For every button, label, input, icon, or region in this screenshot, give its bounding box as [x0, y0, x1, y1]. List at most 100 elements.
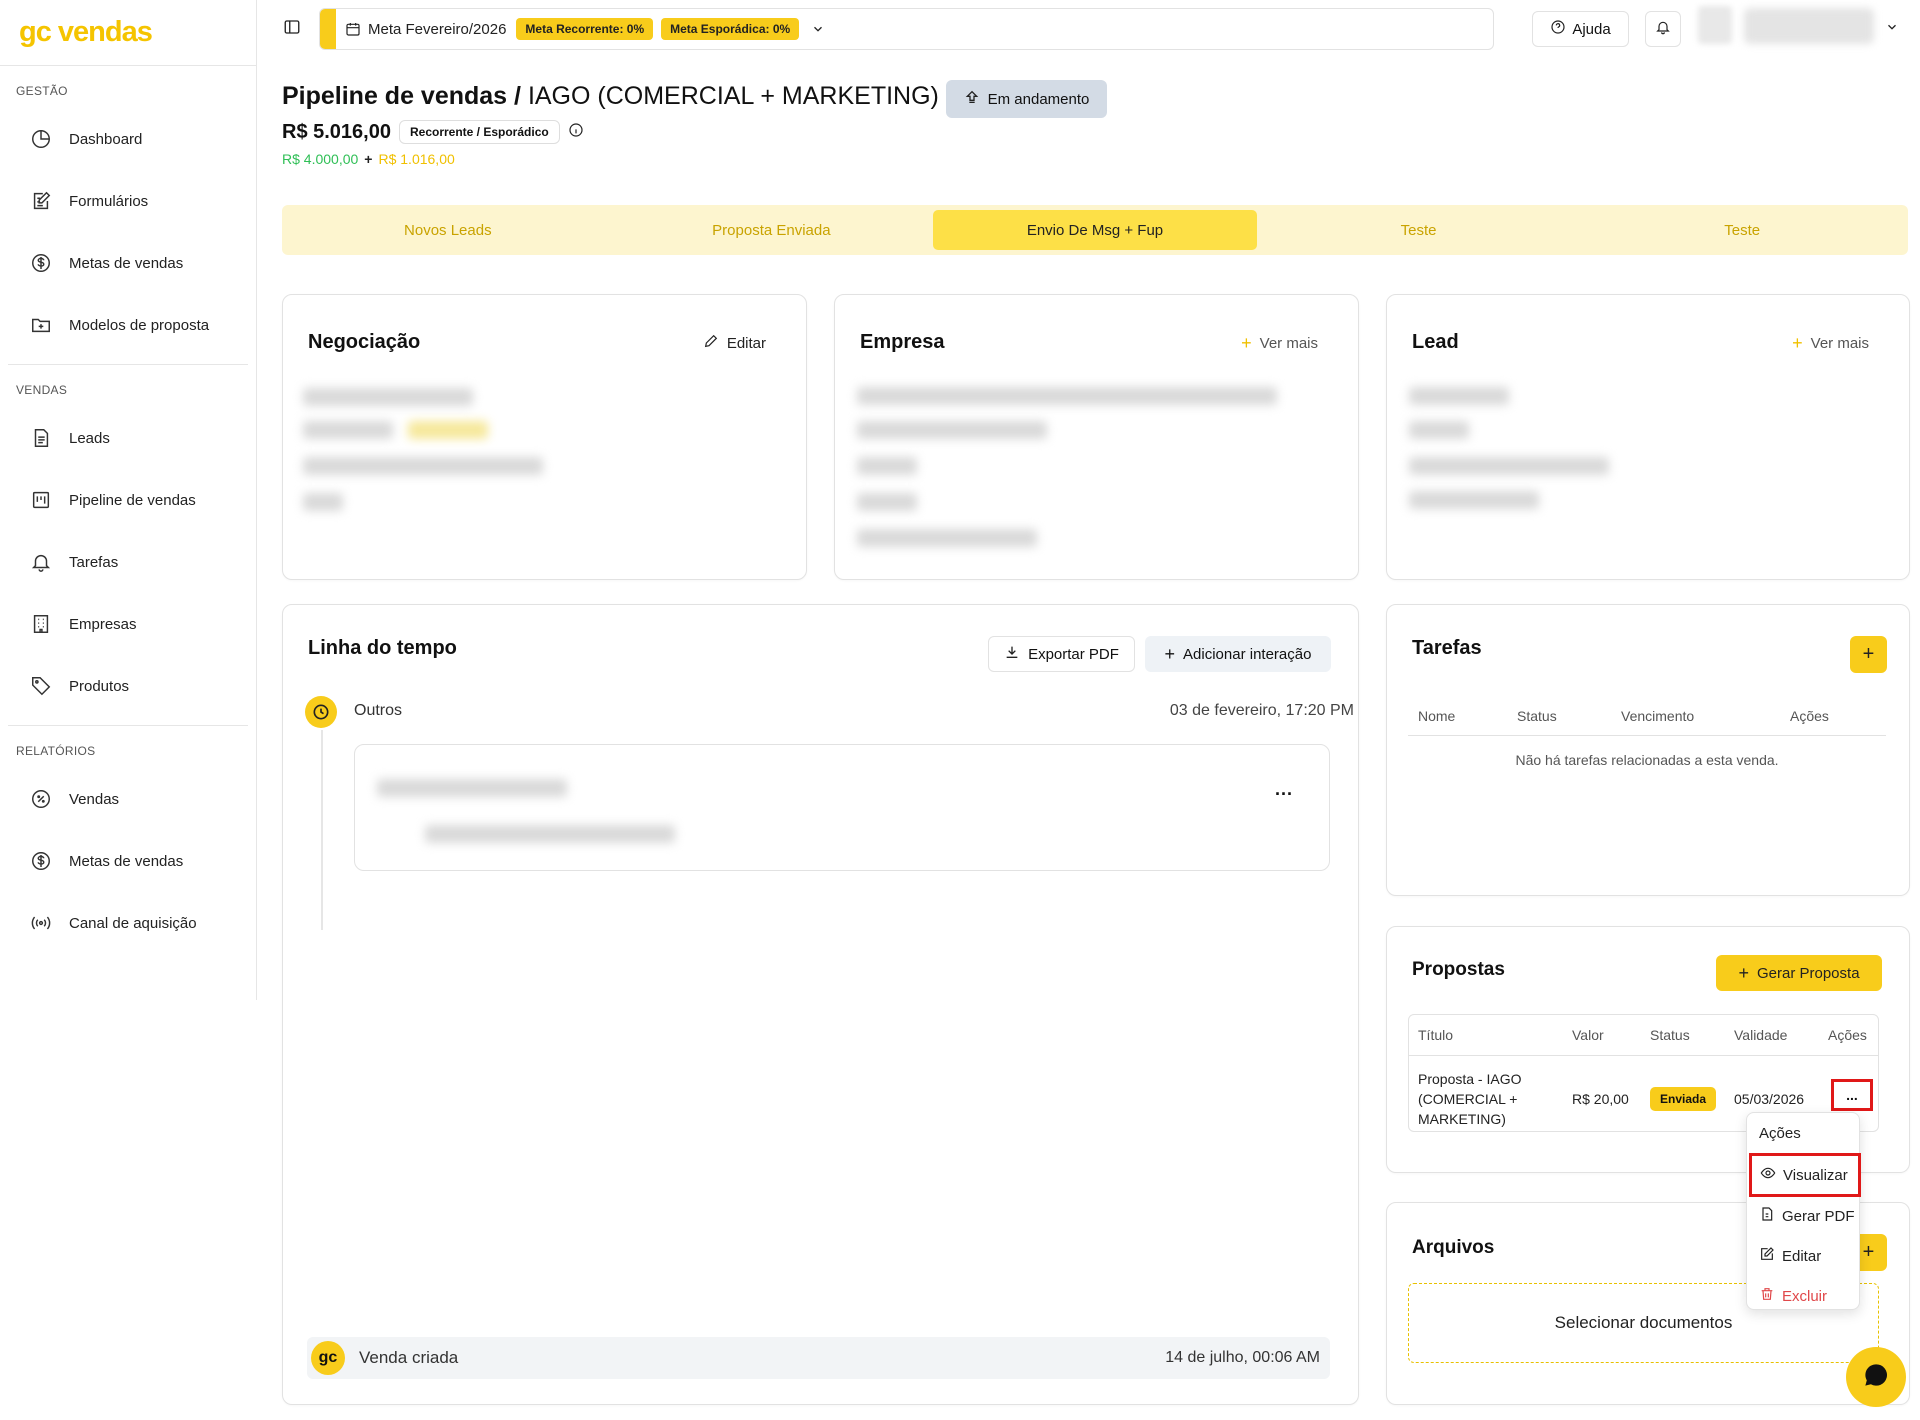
- goal-selector[interactable]: Meta Fevereiro/2026 Meta Recorrente: 0% …: [319, 8, 1494, 50]
- dollar-circle-icon: [29, 251, 53, 275]
- column-header: Ações: [1790, 708, 1829, 724]
- document-icon: [29, 426, 53, 450]
- add-interaction-label: Adicionar interação: [1183, 645, 1312, 663]
- blurred-content: [857, 387, 1277, 405]
- notifications-button[interactable]: [1645, 11, 1681, 47]
- sidebar-item-sales-goals[interactable]: Metas de vendas: [0, 232, 256, 294]
- blurred-content: [303, 421, 393, 439]
- sidebar-item-acquisition-channel[interactable]: Canal de aquisição: [0, 892, 256, 954]
- table-divider: [1408, 735, 1886, 736]
- timeline-card: Linha do tempo: [282, 604, 1359, 1405]
- trash-icon: [1759, 1286, 1775, 1306]
- add-task-button[interactable]: +: [1850, 636, 1887, 673]
- plus-icon: +: [1241, 333, 1252, 353]
- blurred-content: [857, 457, 917, 475]
- sidebar-item-label: Pipeline de vendas: [69, 491, 196, 509]
- timeline-connector: [321, 730, 323, 930]
- avatar[interactable]: [1698, 6, 1732, 44]
- chevron-down-icon[interactable]: [811, 22, 825, 36]
- sidebar-item-label: Produtos: [69, 677, 130, 695]
- more-label: Ver mais: [1810, 335, 1869, 352]
- blurred-content: [1409, 457, 1609, 475]
- generate-proposal-button[interactable]: + Gerar Proposta: [1716, 955, 1882, 991]
- card-title: Empresa: [860, 331, 945, 353]
- recurring-goal-badge: Meta Recorrente: 0%: [516, 18, 654, 40]
- file-pdf-icon: [1759, 1206, 1775, 1226]
- sidebar-toggle-icon[interactable]: [283, 18, 303, 38]
- sidebar-item-label: Tarefas: [69, 553, 119, 571]
- type-badge: Recorrente / Esporádico: [398, 120, 560, 144]
- sidebar-item-report-sales[interactable]: Vendas: [0, 768, 256, 830]
- edit-icon: [1759, 1246, 1775, 1266]
- sidebar-item-products[interactable]: Produtos: [0, 655, 256, 717]
- pipeline-stages: Novos Leads Proposta Enviada Envio De Ms…: [282, 205, 1908, 255]
- blurred-content: [303, 388, 473, 406]
- proposal-title-line: (COMERCIAL +: [1418, 1091, 1518, 1107]
- proposal-actions-button[interactable]: ...: [1831, 1079, 1873, 1111]
- stage-tab[interactable]: Teste: [1257, 210, 1581, 250]
- help-label: Ajuda: [1572, 20, 1611, 38]
- column-header: Valor: [1572, 1027, 1604, 1043]
- pie-chart-icon: [29, 127, 53, 151]
- lead-more-link[interactable]: + Ver mais: [1792, 333, 1869, 354]
- sidebar-item-report-goals[interactable]: Metas de vendas: [0, 830, 256, 892]
- sidebar-section-title: GESTÃO: [16, 84, 68, 98]
- sidebar-item-leads[interactable]: Leads: [0, 407, 256, 469]
- menu-item-view[interactable]: Visualizar: [1749, 1153, 1861, 1197]
- menu-item-generate-pdf[interactable]: Gerar PDF: [1751, 1197, 1857, 1235]
- sidebar-item-label: Dashboard: [69, 130, 143, 148]
- stage-tab[interactable]: Teste: [1580, 210, 1904, 250]
- menu-item-delete[interactable]: Excluir: [1751, 1277, 1857, 1315]
- card-title: Lead: [1412, 331, 1459, 353]
- percent-circle-icon: [29, 787, 53, 811]
- sidebar-item-dashboard[interactable]: Dashboard: [0, 108, 256, 170]
- blurred-content: [1409, 387, 1509, 405]
- sidebar-item-companies[interactable]: Empresas: [0, 593, 256, 655]
- card-title: Arquivos: [1412, 1237, 1495, 1258]
- column-header: Status: [1517, 708, 1557, 724]
- menu-title: Ações: [1759, 1125, 1801, 1142]
- sidebar-item-pipeline[interactable]: Pipeline de vendas: [0, 469, 256, 531]
- column-header: Ações: [1828, 1027, 1867, 1043]
- recurring-value: R$ 4.000,00: [282, 151, 359, 167]
- status-button[interactable]: Em andamento: [946, 80, 1107, 118]
- menu-item-edit[interactable]: Editar: [1751, 1237, 1857, 1275]
- stage-tab-active[interactable]: Envio De Msg + Fup: [933, 210, 1257, 250]
- column-header: Título: [1418, 1027, 1454, 1043]
- column-header: Status: [1650, 1027, 1690, 1043]
- help-button[interactable]: Ajuda: [1532, 11, 1629, 47]
- sidebar-item-forms[interactable]: Formulários: [0, 170, 256, 232]
- company-more-link[interactable]: + Ver mais: [1241, 333, 1318, 354]
- export-pdf-button[interactable]: Exportar PDF: [988, 636, 1135, 672]
- sale-created-date: 14 de julho, 00:06 AM: [1165, 1349, 1320, 1366]
- total-amount: R$ 5.016,00: [282, 120, 391, 143]
- brand-logo[interactable]: gc vendas: [0, 0, 256, 66]
- clock-icon: [305, 696, 337, 728]
- blurred-content: [857, 493, 917, 511]
- edit-label: Editar: [726, 334, 766, 352]
- stage-tab[interactable]: Novos Leads: [286, 210, 610, 250]
- sidebar-item-proposal-templates[interactable]: Modelos de proposta: [0, 294, 256, 356]
- user-name-blurred[interactable]: [1744, 8, 1874, 44]
- sidebar-item-label: Leads: [69, 429, 110, 447]
- folder-plus-icon: [29, 313, 53, 337]
- stage-tab[interactable]: Proposta Enviada: [610, 210, 934, 250]
- help-circle-icon: [1550, 19, 1566, 39]
- chevron-down-icon[interactable]: [1885, 20, 1899, 39]
- sidebar-item-tasks[interactable]: Tarefas: [0, 531, 256, 593]
- entry-menu-button[interactable]: ...: [1275, 779, 1293, 800]
- edit-button[interactable]: Editar: [703, 333, 766, 353]
- tasks-card: Tarefas: [1386, 604, 1910, 896]
- chat-support-button[interactable]: [1846, 1347, 1906, 1407]
- info-icon[interactable]: [568, 122, 584, 143]
- bell-icon: [1655, 19, 1671, 40]
- sidebar-item-label: Metas de vendas: [69, 254, 184, 272]
- card-title: Propostas: [1412, 959, 1505, 980]
- goal-accent-bar: [320, 9, 336, 49]
- add-interaction-button[interactable]: + Adicionar interação: [1145, 636, 1331, 672]
- page-title-deal: IAGO (COMERCIAL + MARKETING): [527, 82, 939, 110]
- proposal-title-cell[interactable]: Proposta - IAGO (COMERCIAL + MARKETING): [1418, 1069, 1521, 1129]
- menu-item-label: Gerar PDF: [1782, 1207, 1855, 1225]
- sale-created-label: Venda criada: [359, 1348, 459, 1367]
- blurred-content: [1409, 421, 1469, 439]
